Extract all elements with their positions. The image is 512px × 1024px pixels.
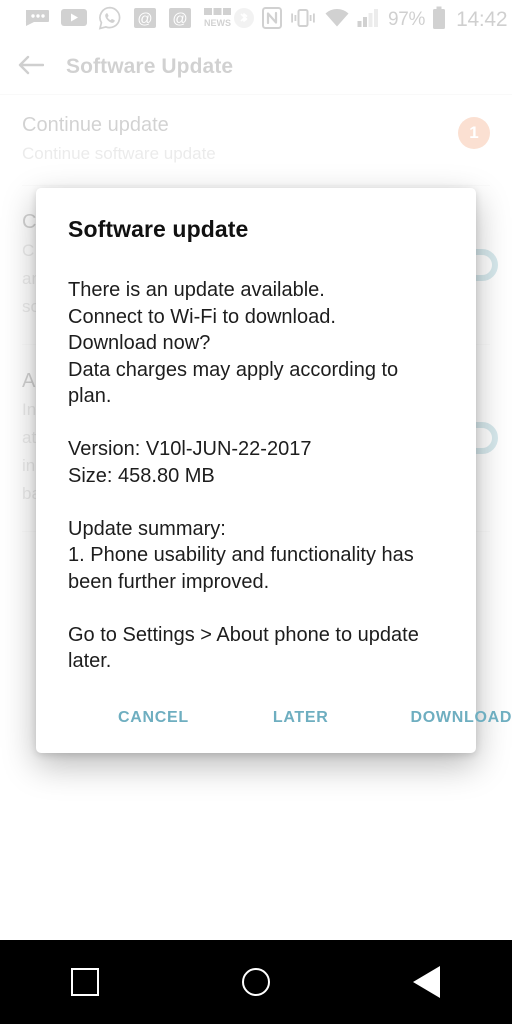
system-navigation-bar (0, 940, 512, 1024)
home-button[interactable] (171, 968, 342, 996)
later-button[interactable]: LATER (273, 709, 329, 727)
back-triangle-icon (413, 966, 441, 998)
software-update-dialog: Software update There is an update avail… (36, 188, 511, 753)
download-button[interactable]: DOWNLOAD (411, 709, 512, 727)
recents-square-icon (71, 968, 100, 996)
cancel-button[interactable]: CANCEL (118, 709, 189, 727)
home-circle-icon (242, 968, 270, 996)
dialog-actions: CANCEL LATER DOWNLOAD (68, 701, 511, 753)
back-button[interactable] (341, 966, 512, 998)
phone-screen: @ @ NEWS (0, 0, 512, 1024)
dialog-title: Software update (68, 216, 249, 242)
dialog-message: There is an update available. Connect to… (68, 279, 419, 672)
recents-button[interactable] (0, 968, 171, 996)
